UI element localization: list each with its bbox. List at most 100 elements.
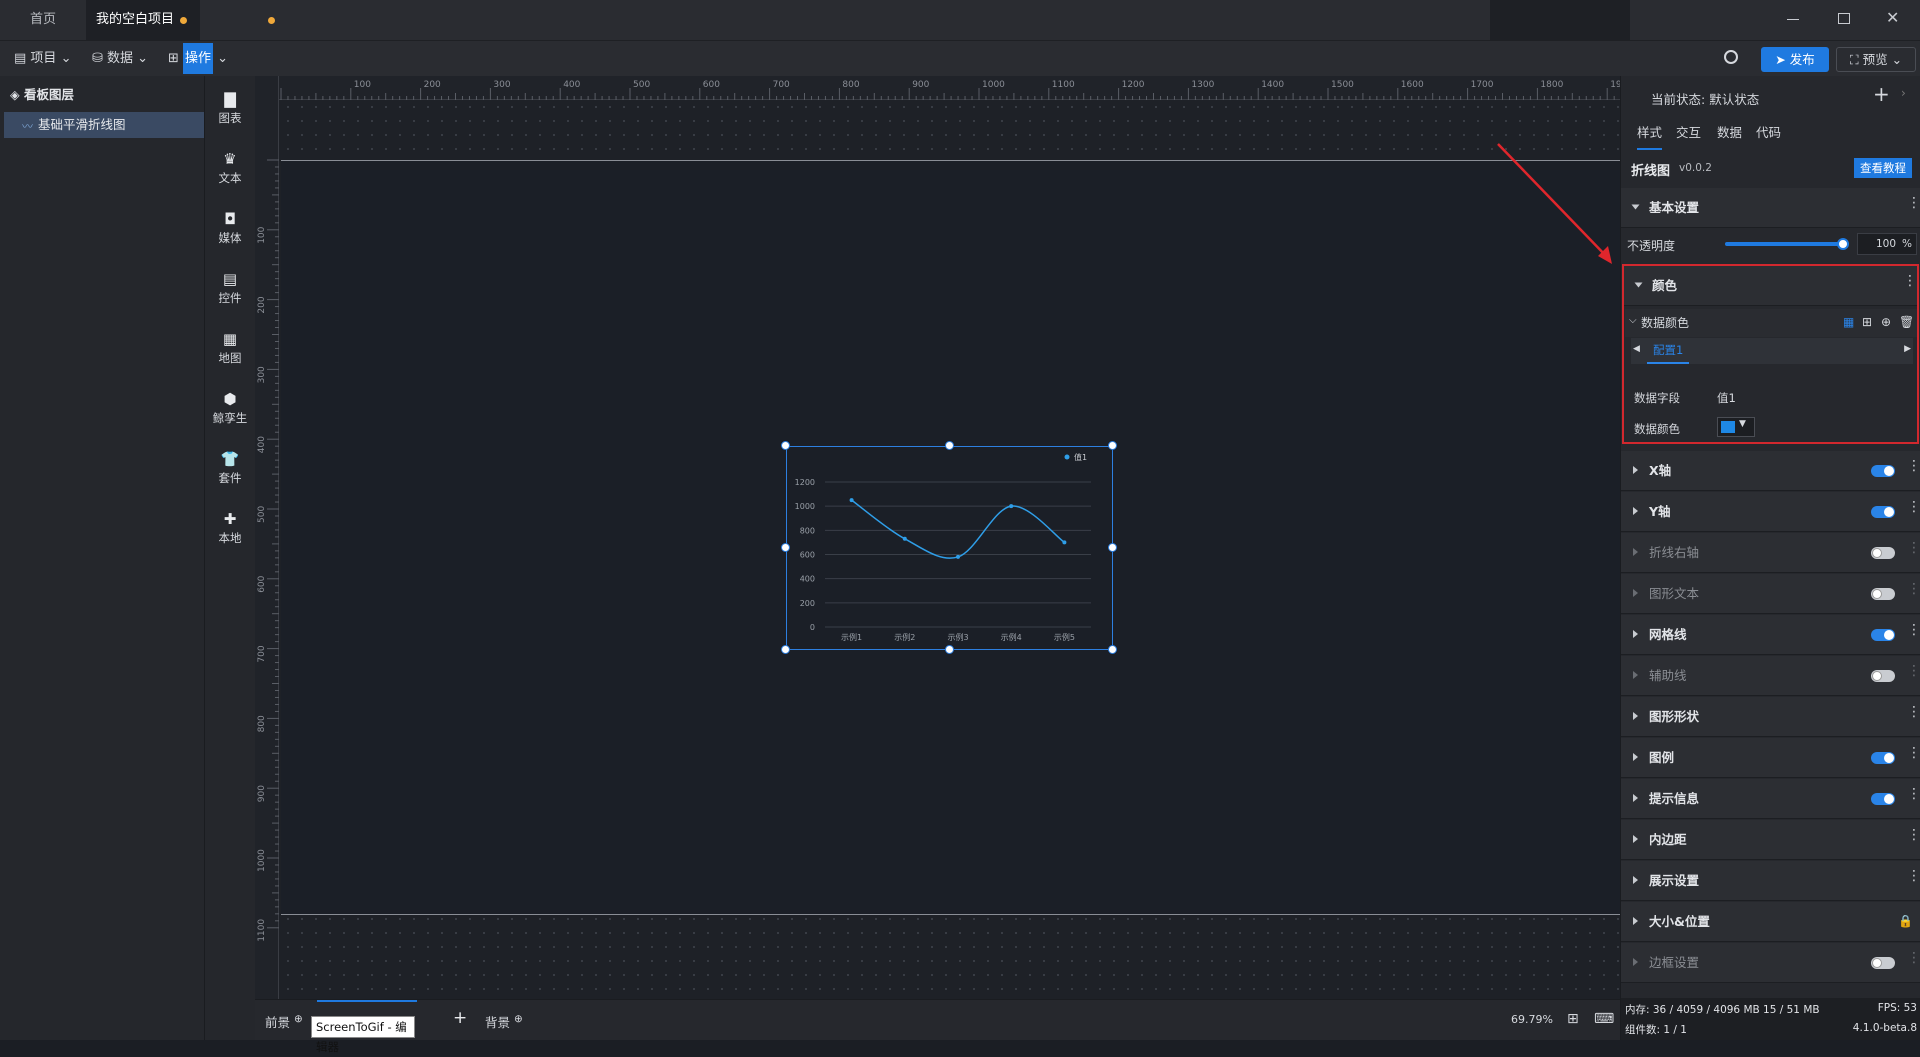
opacity-slider-thumb[interactable] — [1837, 238, 1849, 250]
more-icon[interactable]: ⋮ — [1907, 828, 1920, 848]
opacity-input[interactable]: 100% — [1857, 233, 1917, 255]
more-icon[interactable]: ⋮ — [1907, 746, 1920, 766]
keyboard-icon[interactable]: ⌨ — [1594, 1011, 1614, 1027]
section-toggle[interactable] — [1871, 752, 1895, 764]
more-icon[interactable]: ⋮ — [1907, 500, 1920, 520]
more-icon[interactable]: ⋮ — [1907, 196, 1920, 216]
resize-handle[interactable] — [944, 645, 954, 654]
more-icon[interactable]: ⋮ — [1907, 582, 1920, 602]
minimize-icon[interactable] — [1787, 19, 1799, 20]
config-tab-1[interactable]: 配置1 — [1647, 338, 1690, 364]
section-toggle[interactable] — [1871, 670, 1895, 682]
more-icon[interactable]: ⋮ — [1907, 541, 1920, 561]
category-map[interactable]: ▦ 地图 — [205, 330, 255, 366]
layout-icon[interactable]: ⊞ — [1862, 315, 1872, 329]
tab-interaction[interactable]: 交互 — [1676, 118, 1701, 148]
publish-button[interactable]: ➤ 发布 — [1761, 47, 1829, 72]
section-3[interactable]: 图形文本 ⋮ — [1621, 574, 1920, 614]
section-label: 图例 — [1649, 750, 1675, 765]
color-picker[interactable]: ▼ — [1717, 417, 1755, 437]
category-puzzle[interactable]: ✚ 本地 — [205, 510, 255, 546]
section-8[interactable]: 提示信息 ⋮ — [1621, 779, 1920, 819]
background-tab[interactable]: 背景 ⊕ — [485, 1012, 523, 1031]
more-icon[interactable]: ⋮ — [1907, 951, 1920, 971]
state-value[interactable]: 默认状态 — [1709, 92, 1759, 107]
category-shirt[interactable]: 👕 套件 — [205, 450, 255, 486]
section-9[interactable]: 内边距 ⋮ — [1621, 820, 1920, 860]
section-5[interactable]: 辅助线 ⋮ — [1621, 656, 1920, 696]
section-color[interactable]: 颜色 ⋮ — [1624, 266, 1917, 306]
ruler-label: 400 — [257, 436, 267, 453]
resize-handle[interactable] — [1108, 645, 1117, 654]
add-foreground-icon[interactable]: ⊕ — [294, 1013, 303, 1025]
restore-icon[interactable] — [1838, 13, 1850, 24]
more-icon[interactable]: ⋮ — [1907, 705, 1920, 725]
more-icon[interactable]: ⋮ — [1907, 787, 1920, 807]
search-icon[interactable] — [1724, 50, 1738, 64]
more-icon[interactable]: ⋮ — [1903, 274, 1917, 294]
tutorial-button[interactable]: 查看教程 — [1854, 158, 1912, 178]
lock-icon[interactable]: 🔒 — [1898, 914, 1913, 928]
section-11[interactable]: 大小&位置 🔒 — [1621, 902, 1920, 942]
section-1[interactable]: Y轴 ⋮ — [1621, 492, 1920, 532]
category-cube[interactable]: ⬢ 鲸孪生 — [205, 390, 255, 426]
resize-handle[interactable] — [781, 645, 790, 654]
caret-right-icon[interactable]: ▶ — [1904, 344, 1911, 354]
section-toggle[interactable] — [1871, 629, 1895, 641]
caret-left-icon[interactable]: ◀ — [1633, 344, 1640, 354]
tab-style[interactable]: 样式 — [1637, 118, 1663, 150]
data-field-value[interactable]: 值1 — [1717, 390, 1736, 406]
delete-icon[interactable]: 🗑 — [1899, 315, 1914, 329]
section-12[interactable]: 边框设置 ⋮ — [1621, 943, 1920, 983]
tab-code[interactable]: 代码 — [1756, 118, 1781, 148]
category-control[interactable]: ▤ 控件 — [205, 270, 255, 306]
tab-home[interactable]: 首页 — [14, 0, 72, 40]
section-2[interactable]: 折线右轴 ⋮ — [1621, 533, 1920, 573]
tab-data[interactable]: 数据 — [1717, 118, 1742, 148]
resize-handle[interactable] — [781, 441, 790, 450]
category-bar-chart[interactable]: ▇ 图表 — [205, 90, 255, 126]
caret-down-icon — [1631, 204, 1640, 210]
more-icon[interactable]: ⋮ — [1907, 869, 1920, 889]
add-layer-icon[interactable]: + — [453, 1008, 467, 1028]
chevron-right-icon[interactable]: › — [1901, 86, 1906, 100]
section-toggle[interactable] — [1871, 793, 1895, 805]
section-toggle[interactable] — [1871, 465, 1895, 477]
layer-item[interactable]: 〰 基础平滑折线图 — [4, 112, 204, 138]
data-color-group[interactable]: ⌵ 数据颜色 ▦ ⊞ ⊕ 🗑 — [1625, 309, 1917, 337]
section-4[interactable]: 网格线 ⋮ — [1621, 615, 1920, 655]
opacity-slider[interactable] — [1725, 242, 1841, 246]
zoom-level[interactable]: 69.79% — [1511, 1013, 1553, 1026]
more-icon[interactable]: ⋮ — [1907, 664, 1920, 684]
foreground-tab[interactable]: 前景 ⊕ — [265, 1012, 303, 1031]
data-menu-button[interactable]: ⛁ 数据 ⌄ — [92, 41, 148, 77]
resize-handle[interactable] — [944, 441, 954, 450]
section-7[interactable]: 图例 ⋮ — [1621, 738, 1920, 778]
section-0[interactable]: X轴 ⋮ — [1621, 451, 1920, 491]
line-chart-component[interactable]: 0 200 400 600 800 1000 1200 示例1 示例2 示例3 示例4 示例5 值1 — [786, 446, 1113, 650]
resize-handle[interactable] — [781, 543, 790, 552]
fit-screen-icon[interactable]: ⊞ — [1567, 1011, 1579, 1027]
section-10[interactable]: 展示设置 ⋮ — [1621, 861, 1920, 901]
section-6[interactable]: 图形形状 ⋮ — [1621, 697, 1920, 737]
add-background-icon[interactable]: ⊕ — [514, 1013, 523, 1025]
add-state-icon[interactable]: + — [1873, 82, 1890, 106]
more-icon[interactable]: ⋮ — [1907, 459, 1920, 479]
section-toggle[interactable] — [1871, 957, 1895, 969]
close-icon[interactable]: ✕ — [1886, 8, 1899, 27]
more-icon[interactable]: ⋮ — [1907, 623, 1920, 643]
resize-handle[interactable] — [1108, 441, 1117, 450]
resize-handle[interactable] — [1108, 543, 1117, 552]
project-menu-button[interactable]: ▤ 项目 ⌄ — [14, 41, 71, 77]
preview-button[interactable]: ⛶ 预览 ⌄ — [1836, 47, 1916, 72]
category-text[interactable]: ♛ 文本 — [205, 150, 255, 186]
map-icon: ▦ — [222, 330, 238, 348]
section-toggle[interactable] — [1871, 588, 1895, 600]
section-basic[interactable]: 基本设置 ⋮ — [1621, 188, 1920, 228]
operate-menu-button[interactable]: ⊞ 操作 ⌄ — [168, 41, 228, 77]
category-media[interactable]: ◘ 媒体 — [205, 210, 255, 246]
section-toggle[interactable] — [1871, 506, 1895, 518]
table-icon[interactable]: ▦ — [1843, 315, 1854, 329]
section-toggle[interactable] — [1871, 547, 1895, 559]
add-circle-icon[interactable]: ⊕ — [1881, 315, 1891, 329]
